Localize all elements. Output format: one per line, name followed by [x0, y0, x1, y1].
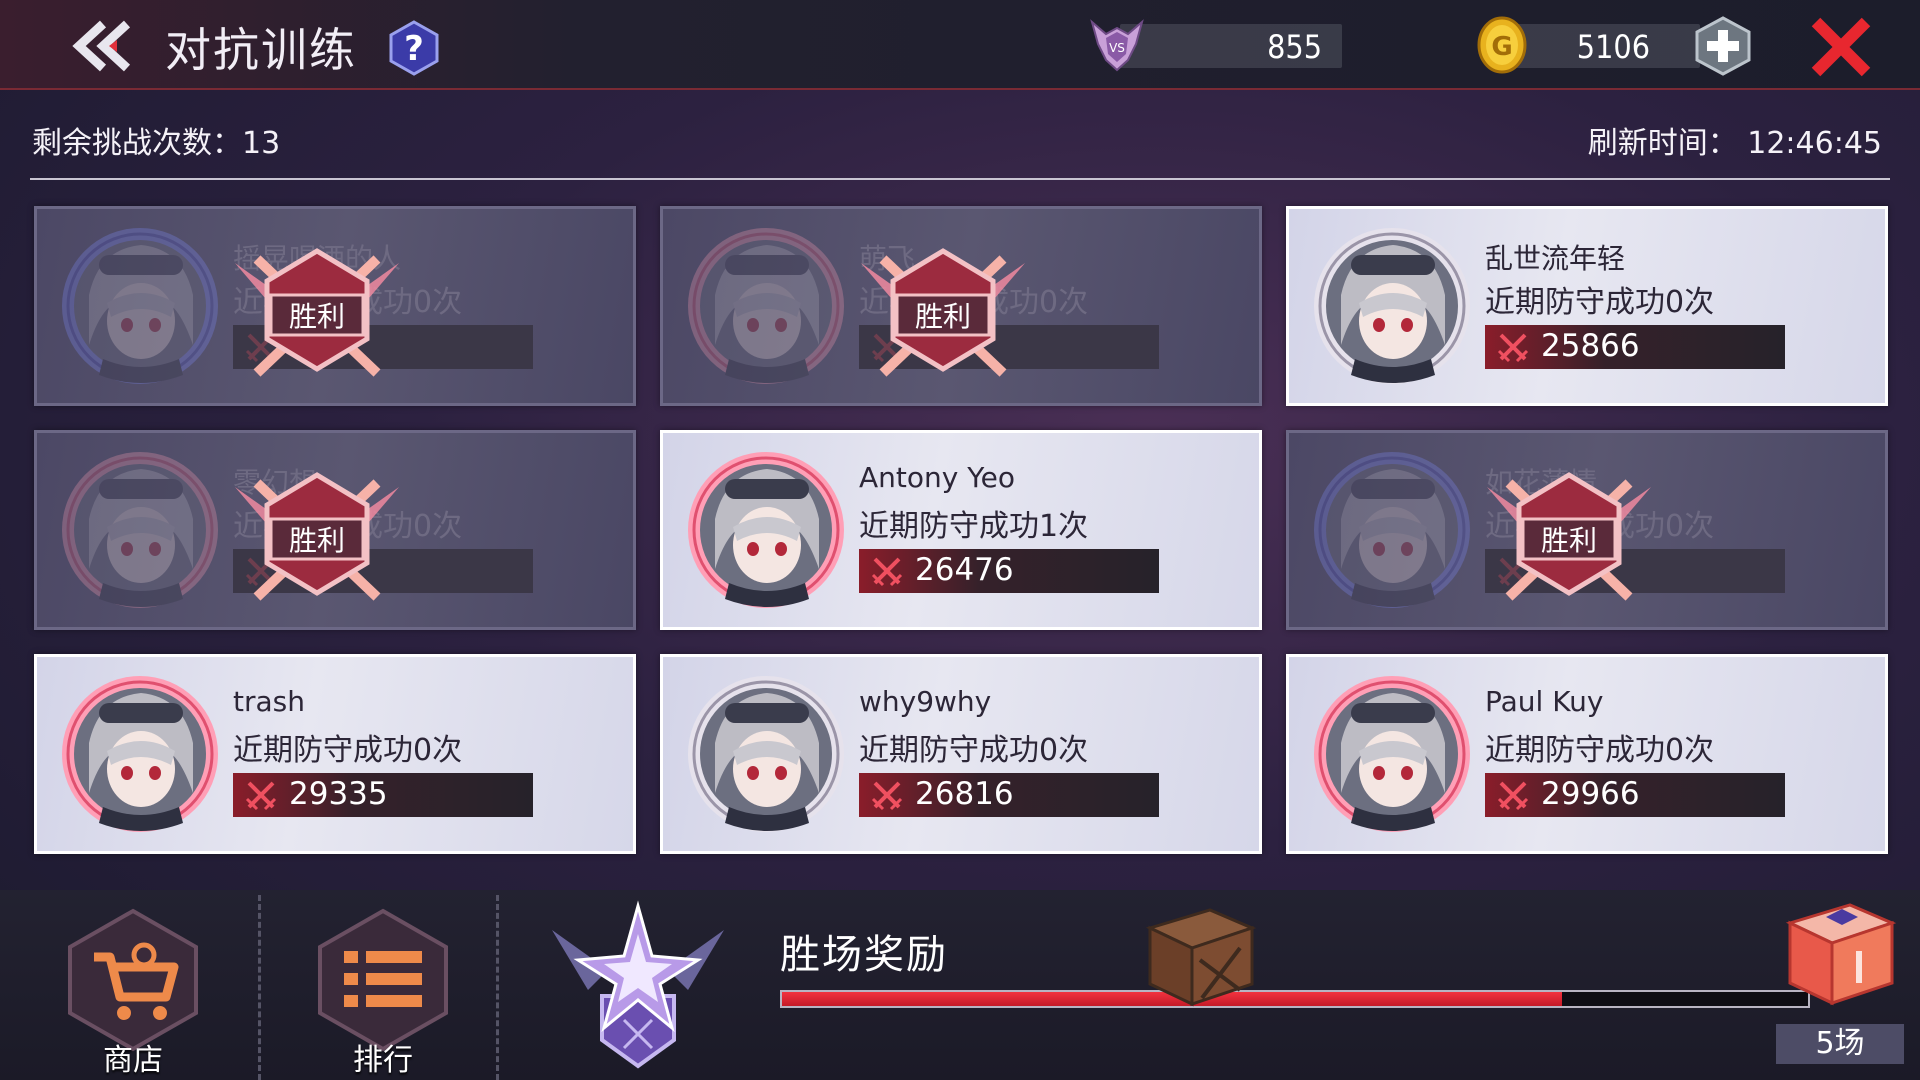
crossed-swords-icon — [245, 781, 277, 811]
victory-badge: 胜利 — [861, 248, 1025, 377]
medal-counter: 855 — [1120, 24, 1342, 68]
avatar — [62, 452, 218, 608]
victory-badge: 胜利 — [235, 472, 399, 601]
avatar — [1314, 228, 1470, 384]
reward-chest-icon[interactable] — [1140, 898, 1260, 1010]
opponent-name: trash — [233, 685, 305, 718]
combat-power-bar: 25866 — [1485, 325, 1785, 369]
opponent-card[interactable]: Paul Kuy 近期防守成功0次 29966 — [1286, 654, 1888, 854]
combat-power-bar: 26476 — [859, 549, 1159, 593]
opponent-card[interactable]: 摇晃喝酒的人近期防守成功0次 胜利 — [34, 206, 636, 406]
close-icon[interactable] — [1808, 14, 1874, 80]
avatar — [62, 228, 218, 384]
defense-record: 近期防守成功0次 — [859, 733, 1089, 768]
crossed-swords-icon — [1497, 333, 1529, 363]
gold-coin-icon: G — [1477, 16, 1527, 74]
medal-icon: VS — [1090, 19, 1144, 72]
defense-record: 近期防守成功0次 — [1485, 733, 1715, 768]
victory-label: 胜利 — [1541, 524, 1597, 557]
opponent-card[interactable]: 零幻想近期防守成功0次 胜利 — [34, 430, 636, 630]
opponent-name: Paul Kuy — [1485, 685, 1604, 718]
combat-power-bar: 29966 — [1485, 773, 1785, 817]
defense-record: 近期防守成功1次 — [859, 509, 1089, 544]
refresh-time: 刷新时间： 12:46:45 — [1587, 126, 1882, 161]
shopping-cart-icon — [68, 908, 198, 1052]
svg-text:G: G — [1491, 32, 1512, 62]
victory-label: 胜利 — [915, 300, 971, 333]
question-mark-icon: ? — [389, 20, 439, 76]
coin-counter: 5106 — [1510, 24, 1700, 68]
combat-power-bar: 26816 — [859, 773, 1159, 817]
avatar — [688, 676, 844, 832]
avatar — [1314, 676, 1470, 832]
help-button[interactable]: ? — [388, 20, 440, 76]
add-coin-button[interactable] — [1694, 16, 1752, 76]
avatar — [688, 228, 844, 384]
victory-badge: 胜利 — [1487, 472, 1651, 601]
combat-power-value: 25866 — [1541, 328, 1640, 364]
svg-text:?: ? — [404, 29, 424, 69]
ranking-button[interactable]: 排行 — [308, 905, 458, 1080]
medal-value: 855 — [1267, 28, 1322, 66]
divider — [258, 895, 261, 1080]
ranking-label: 排行 — [353, 1043, 413, 1078]
crossed-swords-icon — [1497, 781, 1529, 811]
opponent-name: 乱世流年轻 — [1485, 242, 1626, 275]
victory-label: 胜利 — [289, 300, 345, 333]
divider — [496, 895, 499, 1080]
combat-power-bar: 29335 — [233, 773, 533, 817]
crossed-swords-icon — [871, 557, 903, 587]
defense-record: 近期防守成功0次 — [233, 733, 463, 768]
remaining-challenges: 剩余挑战次数：13 — [32, 126, 281, 161]
coin-value: 5106 — [1576, 28, 1650, 66]
win-progress-bar — [780, 990, 1810, 1008]
opponent-card[interactable]: trash 近期防守成功0次 29335 — [34, 654, 636, 854]
combat-power-value: 29966 — [1541, 776, 1640, 812]
opponent-name: why9why — [859, 685, 992, 718]
shop-button[interactable]: 商店 — [58, 905, 208, 1080]
crossed-swords-icon — [871, 781, 903, 811]
victory-badge: 胜利 — [235, 248, 399, 377]
combat-power-value: 26476 — [915, 552, 1014, 588]
final-reward-chest-icon[interactable] — [1780, 895, 1900, 1010]
avatar — [1314, 452, 1470, 608]
shop-label: 商店 — [103, 1043, 163, 1078]
rank-emblem-icon[interactable] — [548, 900, 728, 1070]
defense-record: 近期防守成功0次 — [1485, 285, 1715, 320]
opponent-card[interactable]: Antony Yeo 近期防守成功1次 26476 — [660, 430, 1262, 630]
list-icon — [318, 908, 448, 1052]
page-title: 对抗训练 — [165, 23, 357, 77]
double-chevron-left-icon — [72, 20, 131, 72]
opponent-grid: 摇晃喝酒的人近期防守成功0次 胜利 萌飞近期防守成功0次 — [34, 206, 1890, 854]
combat-power-value: 29335 — [289, 776, 388, 812]
opponent-card[interactable]: 乱世流年轻近期防守成功0次 25866 — [1286, 206, 1888, 406]
opponent-card[interactable]: 如花薄情近期防守成功0次 胜利 — [1286, 430, 1888, 630]
divider — [30, 178, 1890, 180]
games-count-badge: 5场 — [1776, 1024, 1904, 1064]
opponent-name: Antony Yeo — [859, 461, 1015, 494]
back-button[interactable] — [60, 16, 140, 76]
avatar — [688, 452, 844, 608]
bottom-bar — [0, 890, 1920, 1080]
victory-label: 胜利 — [289, 524, 345, 557]
combat-power-value: 26816 — [915, 776, 1014, 812]
opponent-card[interactable]: why9why 近期防守成功0次 26816 — [660, 654, 1262, 854]
win-reward-title: 胜场奖励 — [780, 932, 948, 978]
svg-text:VS: VS — [1109, 41, 1125, 55]
avatar — [62, 676, 218, 832]
opponent-card[interactable]: 萌飞近期防守成功0次 胜利 — [660, 206, 1262, 406]
